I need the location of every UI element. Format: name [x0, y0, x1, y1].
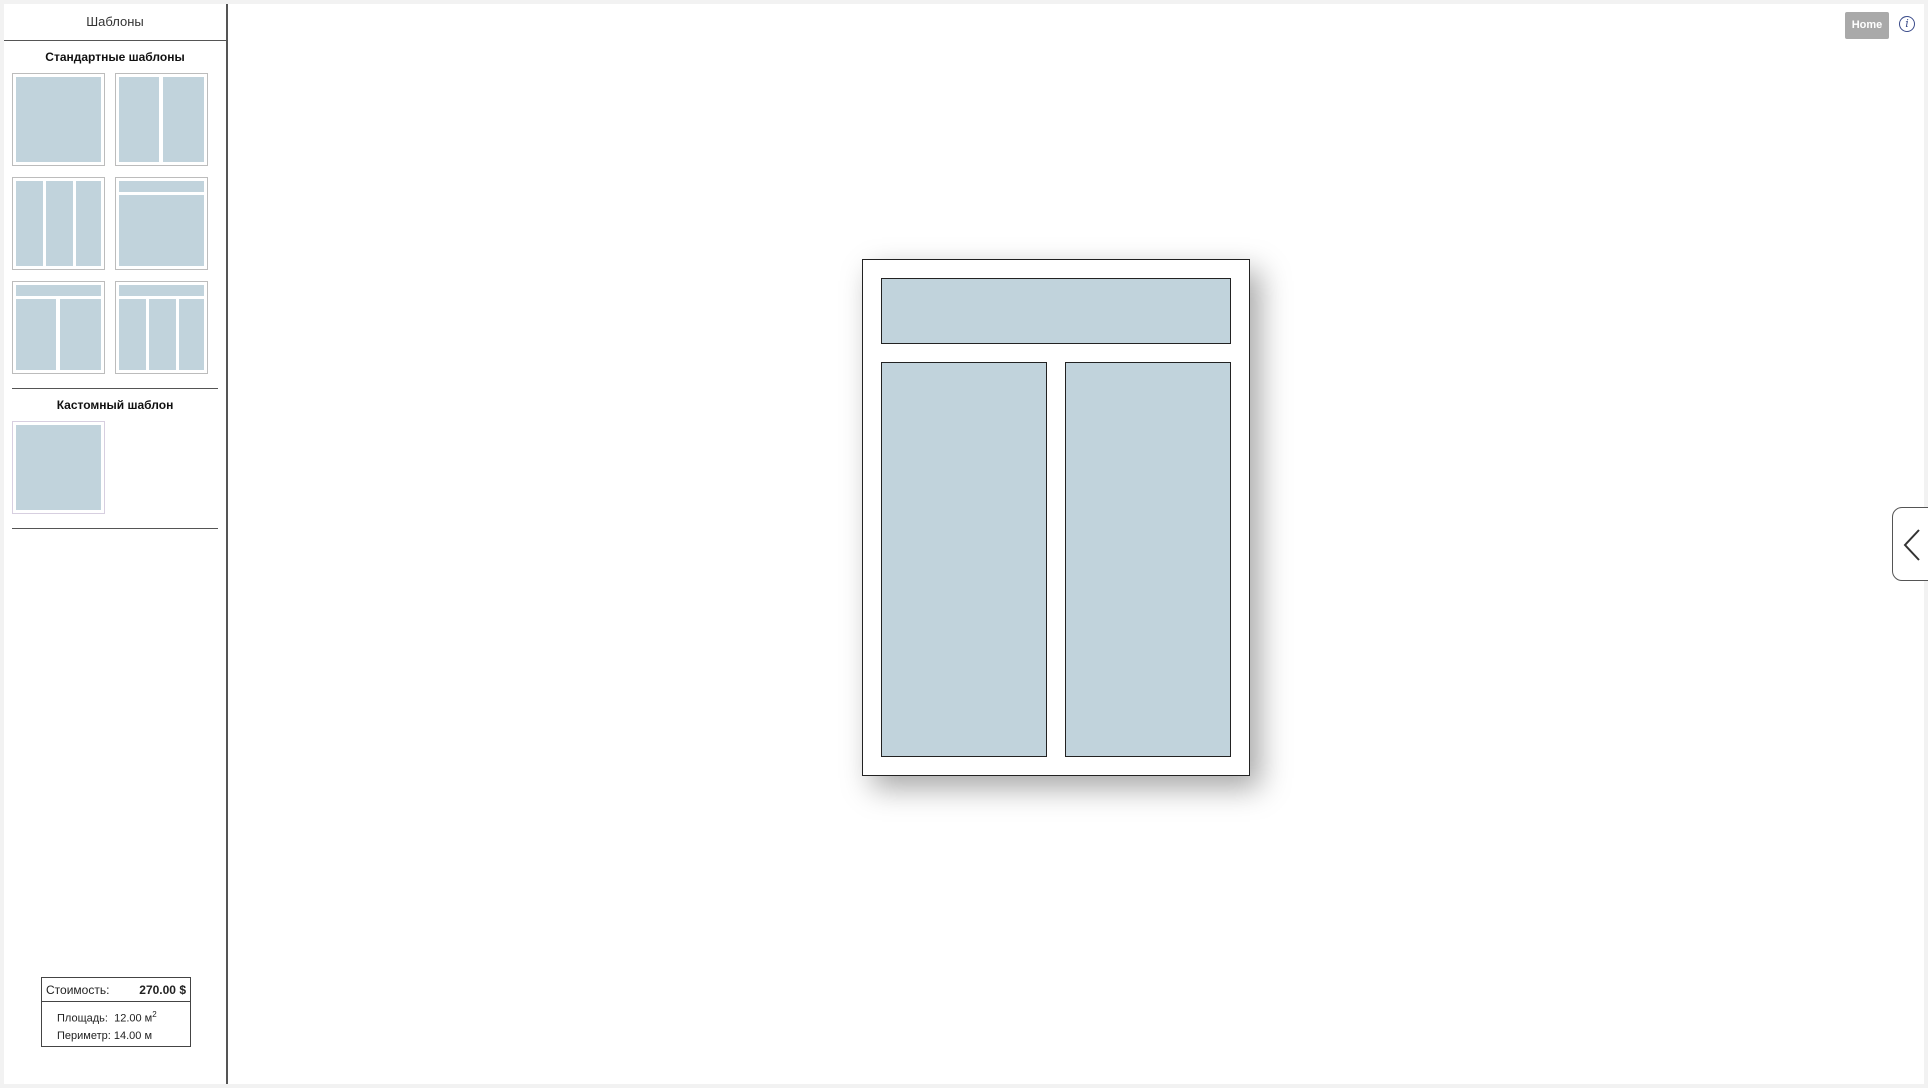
- section-divider-bottom: [12, 528, 218, 529]
- templates-sidebar: Шаблоны Стандартные шаблоны Кастомный ша…: [4, 4, 228, 1084]
- cost-value: 270.00 $: [139, 982, 186, 997]
- chevron-left-icon: [1903, 529, 1920, 561]
- template-single-pane[interactable]: [12, 73, 105, 166]
- standard-templates-heading: Стандартные шаблоны: [45, 50, 185, 64]
- perimeter-value: 14.00 м: [113, 1029, 153, 1042]
- window-pane-transom[interactable]: [881, 278, 1231, 344]
- app-frame: Шаблоны Стандартные шаблоны Кастомный ша…: [4, 4, 1928, 1084]
- template-transom-two[interactable]: [12, 281, 105, 374]
- home-button[interactable]: Home: [1845, 12, 1889, 39]
- area-exponent: 2: [152, 1010, 157, 1019]
- price-summary: Стоимость: 270.00 $ Площадь: 12.00 м2 Пе…: [41, 977, 191, 1047]
- custom-templates-grid: [12, 421, 226, 514]
- info-icon[interactable]: i: [1899, 16, 1915, 32]
- cost-row: Стоимость: 270.00 $: [42, 978, 190, 1002]
- template-two-vertical[interactable]: [115, 73, 208, 166]
- area-label: Площадь:: [57, 1012, 108, 1025]
- sidebar-title: Шаблоны: [4, 4, 226, 41]
- design-canvas[interactable]: Home i: [228, 4, 1928, 1084]
- template-transom-three[interactable]: [115, 281, 208, 374]
- custom-template-heading: Кастомный шаблон: [56, 398, 174, 412]
- custom-template-single-pane[interactable]: [12, 421, 105, 514]
- perimeter-label: Периметр:: [57, 1029, 111, 1042]
- template-transom-single[interactable]: [115, 177, 208, 270]
- template-three-vertical[interactable]: [12, 177, 105, 270]
- cost-label: Стоимость:: [46, 982, 110, 997]
- perimeter-line: Периметр: 14.00 м: [57, 1028, 190, 1045]
- window-preview[interactable]: [862, 259, 1250, 776]
- area-line: Площадь: 12.00 м2: [57, 1006, 190, 1028]
- metrics-block: Площадь: 12.00 м2 Периметр: 14.00 м: [42, 1002, 190, 1045]
- window-pane-left[interactable]: [881, 362, 1047, 757]
- window-pane-right[interactable]: [1065, 362, 1231, 757]
- standard-templates-grid: [12, 73, 226, 374]
- panel-collapse-tab[interactable]: [1892, 507, 1928, 581]
- area-value: 12.00 м: [114, 1012, 153, 1025]
- section-divider: [12, 388, 218, 389]
